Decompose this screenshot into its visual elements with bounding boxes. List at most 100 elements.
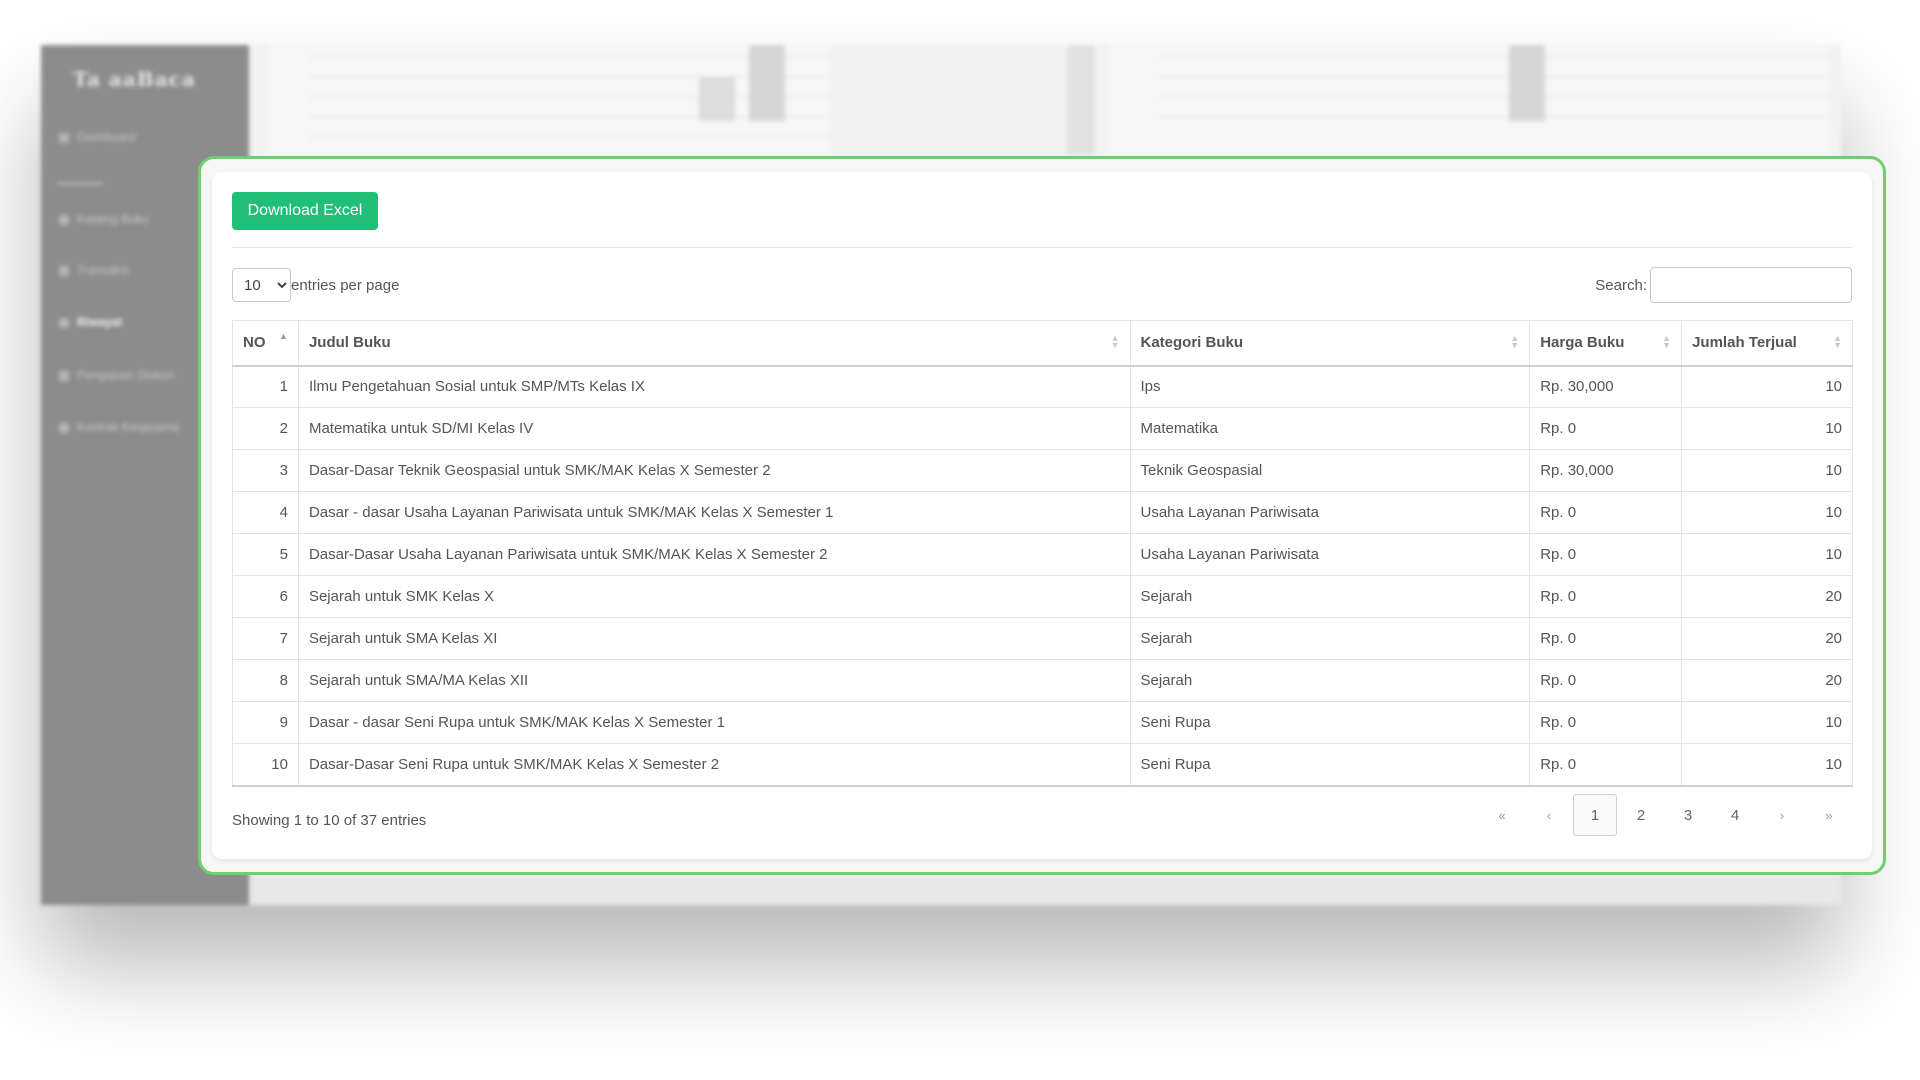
cell-price: Rp. 0 [1529, 617, 1683, 660]
cell-title: Dasar-Dasar Seni Rupa untuk SMK/MAK Kela… [297, 743, 1131, 787]
cell-price: Rp. 0 [1529, 407, 1683, 450]
cell-title: Dasar-Dasar Usaha Layanan Pariwisata unt… [297, 533, 1131, 576]
cell-category: Teknik Geospasial [1129, 449, 1531, 492]
page-button-current[interactable]: 1 [1573, 794, 1617, 836]
page-button[interactable]: 4 [1712, 794, 1758, 836]
cell-sold: 10 [1681, 491, 1853, 534]
sort-icon: ▲ ▼ [1833, 333, 1842, 350]
table-row: 2 Matematika untuk SD/MI Kelas IV Matema… [232, 407, 1853, 450]
column-header-sold[interactable]: Jumlah Terjual ▲ ▼ [1681, 320, 1853, 367]
page-button[interactable]: 3 [1665, 794, 1711, 836]
cell-price: Rp. 0 [1529, 575, 1683, 618]
cell-price: Rp. 0 [1529, 491, 1683, 534]
table-row: 1 Ilmu Pengetahuan Sosial untuk SMP/MTs … [232, 365, 1853, 408]
background-nav-item: Pengajuan Diskon [59, 368, 174, 382]
column-header-title[interactable]: Judul Buku ▲ ▼ [297, 320, 1131, 367]
entries-per-page: 10 entries per page [232, 268, 399, 302]
cell-no: 10 [232, 743, 299, 787]
column-header-category[interactable]: Kategori Buku ▲ ▼ [1129, 320, 1531, 367]
cell-category: Sejarah [1129, 617, 1531, 660]
table-row: 9 Dasar - dasar Seni Rupa untuk SMK/MAK … [232, 701, 1853, 744]
next-page-button[interactable]: › [1759, 794, 1805, 836]
table-row: 7 Sejarah untuk SMA Kelas XI Sejarah Rp.… [232, 617, 1853, 660]
cell-title: Dasar-Dasar Teknik Geospasial untuk SMK/… [297, 449, 1131, 492]
cell-title: Sejarah untuk SMA Kelas XI [297, 617, 1131, 660]
previous-page-button[interactable]: ‹ [1526, 794, 1572, 836]
cell-sold: 10 [1681, 407, 1853, 450]
column-header-price[interactable]: Harga Buku ▲ ▼ [1529, 320, 1683, 367]
sales-table: NO ▲ Judul Buku ▲▼ Kategori Buku ▲▼ Ha [232, 320, 1853, 787]
cell-sold: 20 [1681, 617, 1853, 660]
pagination: « ‹ 1 2 3 4 › » [1478, 794, 1852, 836]
entries-per-page-select[interactable]: 10 [232, 268, 291, 302]
column-header-label: Kategori Buku [1140, 334, 1244, 352]
cell-sold: 20 [1681, 659, 1853, 702]
cell-title: Sejarah untuk SMA/MA Kelas XII [297, 659, 1131, 702]
background-nav-item: Katalog Buku [59, 212, 148, 226]
table-row: 6 Sejarah untuk SMK Kelas X Sejarah Rp. … [232, 575, 1853, 618]
column-header-no[interactable]: NO ▲ [232, 320, 299, 367]
stage: Ta aaBaca Dashboard Katalog Buku Transak… [0, 0, 1920, 1080]
column-header-label: NO [243, 334, 266, 352]
cell-no: 1 [232, 365, 299, 408]
cell-sold: 20 [1681, 575, 1853, 618]
download-excel-button[interactable]: Download Excel [232, 192, 378, 230]
background-section-divider [57, 182, 103, 185]
cell-category: Ips [1129, 365, 1531, 408]
cell-no: 9 [232, 701, 299, 744]
cell-title: Dasar - dasar Usaha Layanan Pariwisata u… [297, 491, 1131, 534]
table-row: 8 Sejarah untuk SMA/MA Kelas XII Sejarah… [232, 659, 1853, 702]
toolbar-divider [232, 247, 1852, 248]
table-row: 3 Dasar-Dasar Teknik Geospasial untuk SM… [232, 449, 1853, 492]
background-footer-bar [249, 875, 1841, 905]
sort-icon: ▲ ▼ [1110, 333, 1120, 350]
sort-ascending-icon: ▲ [279, 331, 288, 341]
cell-title: Matematika untuk SD/MI Kelas IV [297, 407, 1131, 450]
background-chart-left [269, 45, 829, 155]
cell-price: Rp. 30,000 [1529, 365, 1683, 408]
cell-no: 2 [232, 407, 299, 450]
background-nav-item-active: Riwayat [59, 315, 122, 329]
background-nav-item: Dashboard [59, 130, 136, 144]
cell-category: Seni Rupa [1129, 743, 1531, 787]
cell-category: Matematika [1129, 407, 1531, 450]
cell-title: Sejarah untuk SMK Kelas X [297, 575, 1131, 618]
table-row: 10 Dasar-Dasar Seni Rupa untuk SMK/MAK K… [232, 743, 1853, 787]
page-button[interactable]: 2 [1618, 794, 1664, 836]
cell-no: 4 [232, 491, 299, 534]
column-header-label: Judul Buku [308, 334, 391, 352]
last-page-button[interactable]: » [1806, 794, 1852, 836]
cell-sold: 10 [1681, 743, 1853, 787]
background-nav-item: Transaksi [59, 263, 129, 277]
cell-no: 8 [232, 659, 299, 702]
first-page-button[interactable]: « [1479, 794, 1525, 836]
cell-title: Ilmu Pengetahuan Sosial untuk SMP/MTs Ke… [297, 365, 1131, 408]
cell-no: 7 [232, 617, 299, 660]
search-input[interactable] [1650, 267, 1852, 303]
cell-no: 5 [232, 533, 299, 576]
cell-title: Dasar - dasar Seni Rupa untuk SMK/MAK Ke… [297, 701, 1131, 744]
table-header-row: NO ▲ Judul Buku ▲▼ Kategori Buku ▲▼ Ha [232, 320, 1853, 367]
cell-price: Rp. 0 [1529, 533, 1683, 576]
table-row: 4 Dasar - dasar Usaha Layanan Pariwisata… [232, 491, 1853, 534]
search-box: Search: [1595, 267, 1852, 303]
table-info: Showing 1 to 10 of 37 entries [232, 812, 427, 829]
cell-price: Rp. 30,000 [1529, 449, 1683, 492]
cell-no: 3 [232, 449, 299, 492]
search-label: Search: [1595, 276, 1647, 294]
cell-category: Usaha Layanan Pariwisata [1129, 491, 1531, 534]
background-logo: Ta aaBaca [73, 67, 196, 91]
report-card: Download Excel 10 entries per page Searc… [212, 172, 1872, 859]
cell-sold: 10 [1681, 701, 1853, 744]
entries-per-page-label: entries per page [291, 276, 400, 294]
cell-sold: 10 [1681, 449, 1853, 492]
cell-sold: 10 [1681, 533, 1853, 576]
column-header-label: Jumlah Terjual [1692, 334, 1797, 352]
sort-icon: ▲ ▼ [1510, 333, 1520, 350]
column-header-label: Harga Buku [1540, 334, 1625, 352]
cell-category: Sejarah [1129, 575, 1531, 618]
table-row: 5 Dasar-Dasar Usaha Layanan Pariwisata u… [232, 533, 1853, 576]
cell-category: Usaha Layanan Pariwisata [1129, 533, 1531, 576]
cell-price: Rp. 0 [1529, 743, 1683, 787]
cell-category: Seni Rupa [1129, 701, 1531, 744]
